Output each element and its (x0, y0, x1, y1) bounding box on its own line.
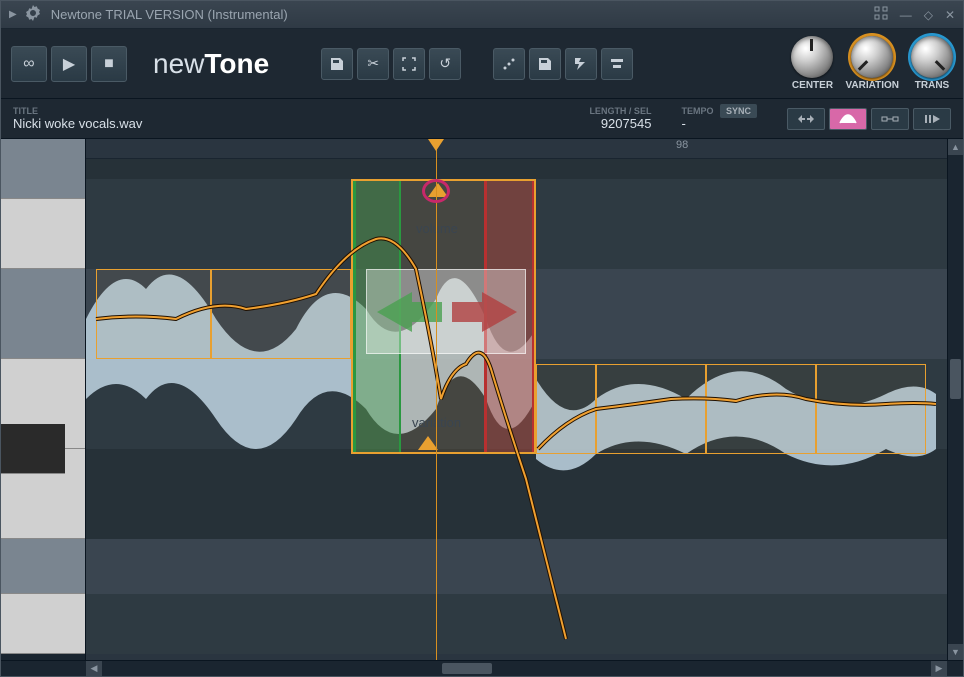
view-group (493, 48, 633, 80)
title-value: Nicki woke vocals.wav (13, 116, 142, 131)
note-segment[interactable] (96, 269, 211, 359)
pitch-editor: 98 (1, 139, 963, 660)
loop-button[interactable]: ∞ (11, 46, 47, 82)
settings-gear-icon[interactable] (25, 5, 41, 24)
scroll-up-button[interactable]: ▲ (948, 139, 963, 155)
mode-warp-button[interactable] (787, 108, 825, 130)
playhead[interactable] (436, 139, 437, 660)
vscroll-thumb[interactable] (950, 359, 961, 399)
mode-link-button[interactable] (871, 108, 909, 130)
horizontal-scrollbar[interactable]: ◀ ▶ (1, 660, 963, 676)
info-bar: TITLE Nicki woke vocals.wav LENGTH / SEL… (1, 99, 963, 139)
play-button[interactable]: ▶ (51, 46, 87, 82)
note-segment[interactable] (211, 269, 351, 359)
length-label: LENGTH / SEL (589, 106, 651, 116)
undo-button[interactable]: ↺ (429, 48, 461, 80)
scroll-left-button[interactable]: ◀ (86, 661, 102, 676)
ruler-marker: 98 (676, 139, 688, 151)
titlebar-play-icon[interactable]: ▶ (9, 9, 17, 20)
note-segment[interactable] (596, 364, 706, 454)
note-segment[interactable] (816, 364, 926, 454)
mode-pitch-button[interactable] (829, 108, 867, 130)
center-knob[interactable] (791, 36, 833, 78)
grid-icon[interactable] (874, 6, 888, 23)
length-value: 9207545 (601, 116, 652, 131)
variation-knob-label: VARIATION (845, 80, 899, 91)
transport-group: ∞ ▶ ■ (11, 46, 127, 82)
center-knob-label: CENTER (792, 80, 833, 91)
mode-buttons (787, 108, 951, 130)
trans-knob[interactable] (911, 36, 953, 78)
piano-roll[interactable] (1, 139, 86, 660)
minimize-button[interactable]: — (900, 8, 912, 22)
edit-group: ✂ ↺ (321, 48, 461, 80)
plugin-window: ▶ Newtone TRIAL VERSION (Instrumental) —… (0, 0, 964, 677)
knob-group: CENTER VARIATION TRANS (791, 36, 953, 91)
variation-marker[interactable] (418, 436, 438, 450)
stop-button[interactable]: ■ (91, 46, 127, 82)
select-button[interactable] (393, 48, 425, 80)
options-button[interactable] (601, 48, 633, 80)
newtone-logo: newTone (133, 48, 289, 80)
toolbar: ∞ ▶ ■ newTone ✂ ↺ (1, 29, 963, 99)
trans-knob-label: TRANS (915, 80, 949, 91)
scroll-down-button[interactable]: ▼ (948, 644, 963, 660)
cut-button[interactable]: ✂ (357, 48, 389, 80)
note-segment[interactable] (706, 364, 816, 454)
vertical-scrollbar[interactable]: ▲ ▼ (947, 139, 963, 660)
send-to-playlist-button[interactable] (565, 48, 597, 80)
window-controls: — ◇ ✕ (874, 6, 955, 23)
save-sample-button[interactable] (529, 48, 561, 80)
time-ruler[interactable]: 98 (86, 139, 947, 159)
maximize-button[interactable]: ◇ (924, 8, 933, 22)
window-title: Newtone TRIAL VERSION (Instrumental) (51, 7, 874, 22)
save-button[interactable] (321, 48, 353, 80)
mode-play-button[interactable] (913, 108, 951, 130)
snap-button[interactable] (493, 48, 525, 80)
titlebar[interactable]: ▶ Newtone TRIAL VERSION (Instrumental) —… (1, 1, 963, 29)
variation-knob[interactable] (851, 36, 893, 78)
annotation-circle (422, 179, 450, 203)
scroll-right-button[interactable]: ▶ (931, 661, 947, 676)
tempo-label: TEMPO SYNC (681, 106, 757, 116)
title-label: TITLE (13, 106, 142, 116)
note-segment[interactable] (536, 364, 596, 454)
hscroll-thumb[interactable] (442, 663, 492, 674)
arrow-overlay-icon (367, 270, 527, 355)
editor-canvas[interactable]: 98 (86, 139, 947, 660)
tempo-value: - (681, 116, 757, 131)
close-button[interactable]: ✕ (945, 8, 955, 22)
formant-region[interactable] (366, 269, 526, 354)
